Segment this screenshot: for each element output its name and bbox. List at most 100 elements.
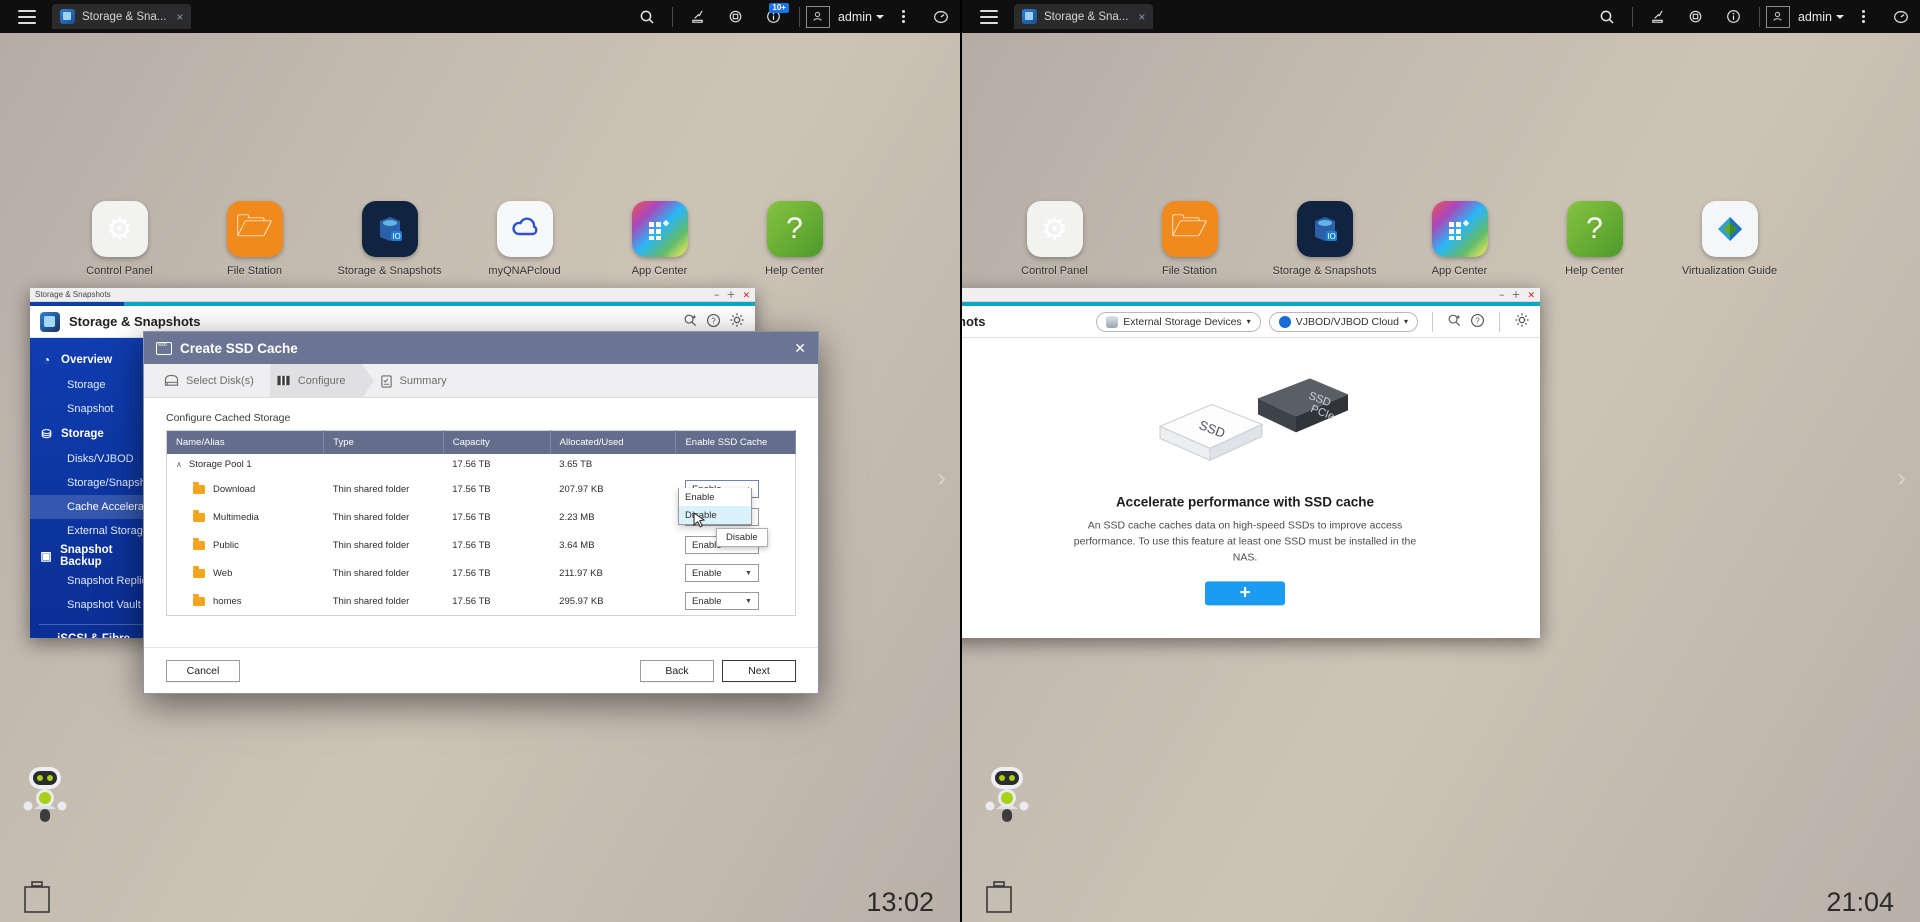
close-button[interactable]: ✕ <box>742 291 750 299</box>
dashboard-icon[interactable] <box>922 0 960 33</box>
notification-icon[interactable]: 10+ <box>755 0 793 33</box>
desktop-icon-storage-snapshots[interactable]: IO Storage & Snapshots <box>322 201 457 277</box>
wizard-step-summary[interactable]: Summary <box>362 364 463 398</box>
search-with-sparkle-icon[interactable] <box>1447 313 1462 331</box>
close-icon[interactable]: × <box>176 10 183 24</box>
search-icon[interactable] <box>628 0 666 33</box>
gear-icon[interactable] <box>729 312 745 331</box>
enable-ssd-cache-select[interactable]: Enable▼ <box>685 592 759 610</box>
wizard-step-configure[interactable]: Configure <box>270 364 362 398</box>
folder-name-cell: Public <box>167 531 324 559</box>
desktop-icon-app-center[interactable]: App Center <box>592 201 727 277</box>
maximize-button[interactable]: ＋ <box>726 291 735 299</box>
desktop-icon-file-station[interactable]: 🗁 File Station <box>1122 201 1257 277</box>
select-value: Enable <box>692 568 722 579</box>
table-row[interactable]: homesThin shared folder17.56 TB295.97 KB… <box>167 587 796 616</box>
table-row[interactable]: ∧Storage Pool 117.56 TB3.65 TB <box>167 454 796 475</box>
avatar[interactable] <box>1766 6 1790 28</box>
sidebar-item-label: External Storage <box>67 525 149 537</box>
overflow-menu-icon[interactable] <box>1844 0 1882 33</box>
notification-icon[interactable] <box>1715 0 1753 33</box>
add-ssd-cache-button[interactable]: + <box>1205 582 1285 606</box>
close-icon[interactable]: × <box>1138 10 1145 24</box>
gear-icon: ⚙ <box>92 201 148 257</box>
next-page-arrow[interactable]: › <box>937 462 946 493</box>
close-button[interactable]: ✕ <box>1527 291 1535 299</box>
minimize-button[interactable]: − <box>1499 291 1504 299</box>
backup-sync-icon[interactable] <box>1677 0 1715 33</box>
resource-monitor-icon[interactable] <box>1639 0 1677 33</box>
search-icon[interactable] <box>1588 0 1626 33</box>
app-body: ◔OverviewⱏStorageSnapshot⛁StorageⱏDisks/… <box>960 338 1540 638</box>
desktop-icon-row-right: ⚙ Control Panel 🗁 File Station IO Storag… <box>962 201 1920 277</box>
chevron-down-icon[interactable] <box>1836 15 1844 19</box>
close-icon[interactable]: ✕ <box>794 340 806 357</box>
dropdown-option-disable[interactable]: Disable <box>679 506 751 524</box>
folder-name: Download <box>213 484 255 495</box>
dropdown-option-enable[interactable]: Enable <box>679 488 751 506</box>
avatar[interactable] <box>806 6 830 28</box>
desktop-icon-app-center[interactable]: App Center <box>1392 201 1527 277</box>
desktop-icon-help-center[interactable]: ? Help Center <box>1527 201 1662 277</box>
help-circle-icon[interactable]: ? <box>706 313 721 331</box>
browser-tab[interactable]: Storage & Sna... × <box>52 4 191 29</box>
browser-tab[interactable]: Storage & Sna... × <box>1014 4 1153 29</box>
dialog-title: Create SSD Cache <box>180 341 298 356</box>
table-row[interactable]: PublicThin shared folder17.56 TB3.64 MBE… <box>167 531 796 559</box>
vjbod-dropdown[interactable]: VJBOD/VJBOD Cloud ▾ <box>1269 312 1418 332</box>
column-header: Enable SSD Cache <box>676 431 796 455</box>
qnap-robot-icon <box>22 765 68 827</box>
cancel-button[interactable]: Cancel <box>166 660 240 682</box>
overflow-menu-icon[interactable] <box>884 0 922 33</box>
enable-ssd-cache-select[interactable]: Enable ▼ <box>685 564 759 582</box>
chevron-up-icon[interactable]: ∧ <box>176 460 182 469</box>
folder-name-cell: Download <box>167 475 324 503</box>
help-circle-icon[interactable]: ? <box>1470 313 1485 331</box>
desktop-icon-storage-snapshots[interactable]: IO Storage & Snapshots <box>1257 201 1392 277</box>
main-content-right-window: SSD PCIe SSD Accelerate performance with… <box>960 338 1540 638</box>
desktop-icon-label: File Station <box>1122 265 1257 277</box>
enable-ssd-cache-dropdown[interactable]: EnableDisable <box>678 488 752 525</box>
trash-icon[interactable] <box>984 880 1014 914</box>
cell-type: Thin shared folder <box>324 587 444 616</box>
sidebar-group-label: iSCSI & Fibre Channel <box>57 633 147 638</box>
svg-text:?: ? <box>1475 316 1480 325</box>
trash-icon[interactable] <box>22 880 52 914</box>
desktop-icon-control-panel[interactable]: ⚙ Control Panel <box>52 201 187 277</box>
search-with-sparkle-icon[interactable] <box>683 313 698 331</box>
table-row[interactable]: WebThin shared folder17.56 TB211.97 KBEn… <box>167 559 796 587</box>
menu-icon[interactable] <box>980 10 998 24</box>
wizard-step-select-disks[interactable]: Select Disk(s) <box>158 364 270 398</box>
next-button[interactable]: Next <box>722 660 796 682</box>
menu-icon[interactable] <box>18 10 36 24</box>
maximize-button[interactable]: ＋ <box>1511 291 1520 299</box>
desktop-icon-help-center[interactable]: ? Help Center <box>727 201 862 277</box>
admin-label[interactable]: admin <box>1798 10 1832 24</box>
cell-capacity: 17.56 TB <box>443 587 550 616</box>
back-button[interactable]: Back <box>640 660 714 682</box>
cell-capacity: 17.56 TB <box>443 503 550 531</box>
tab-favicon <box>1022 9 1037 24</box>
resource-monitor-icon[interactable] <box>679 0 717 33</box>
desktop-icon-virtualization-guide[interactable]: Virtualization Guide <box>1662 201 1797 277</box>
external-storage-devices-dropdown[interactable]: External Storage Devices ▾ <box>1096 312 1261 332</box>
desktop-icon-control-panel[interactable]: ⚙ Control Panel <box>987 201 1122 277</box>
chevron-down-icon[interactable] <box>876 15 884 19</box>
sidebar-item-label: Snapshot Replica <box>67 575 153 587</box>
dashboard-icon[interactable] <box>1882 0 1920 33</box>
caret-down-icon[interactable]: ▼ <box>745 570 752 577</box>
desktop-icon-file-station[interactable]: 🗁 File Station <box>187 201 322 277</box>
minimize-button[interactable]: − <box>714 291 719 299</box>
sidebar-group-icon: ⛁ <box>39 427 54 441</box>
question-icon: ? <box>767 201 823 257</box>
gear-icon[interactable] <box>1514 312 1530 331</box>
cell-enable-ssd-cache <box>676 454 796 475</box>
backup-sync-icon[interactable] <box>717 0 755 33</box>
admin-label[interactable]: admin <box>838 10 872 24</box>
column-header: Capacity <box>443 431 550 455</box>
caret-down-icon[interactable]: ▼ <box>745 598 752 605</box>
window-controls: − ＋ ✕ <box>1499 291 1535 299</box>
desktop-icon-myqnapcloud[interactable]: myQNAPcloud <box>457 201 592 277</box>
next-page-arrow[interactable]: › <box>1897 462 1906 493</box>
section-caption: Configure Cached Storage <box>166 412 796 424</box>
